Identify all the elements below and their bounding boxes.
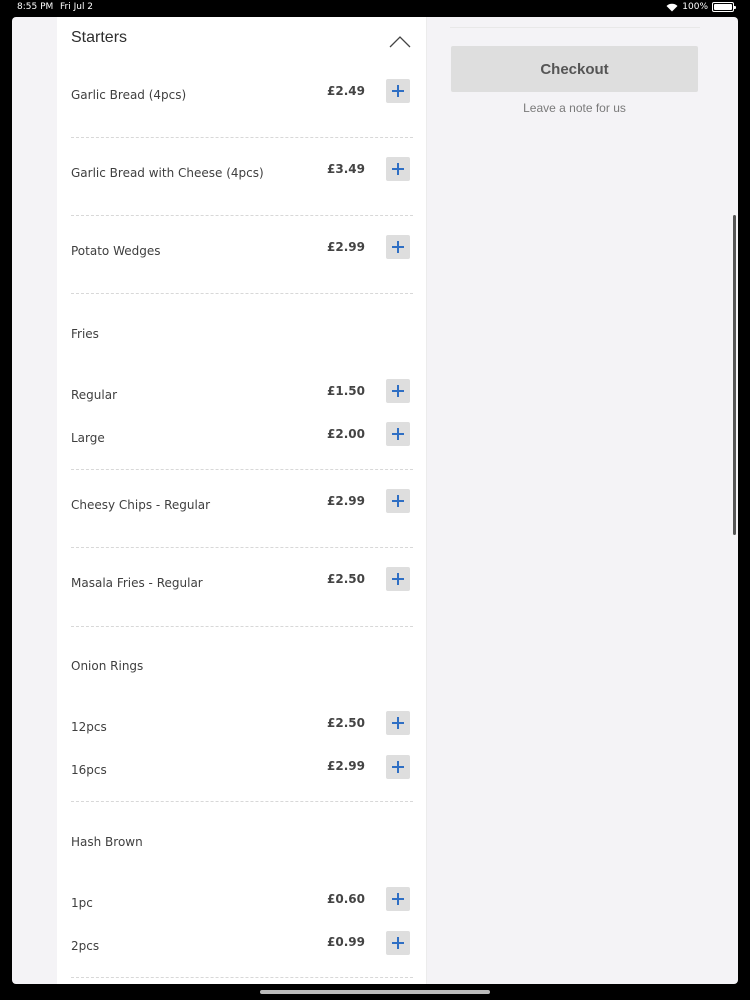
group-label: Onion Rings: [71, 659, 144, 673]
option-name: Regular: [71, 388, 118, 402]
option-price: £2.00: [327, 427, 365, 441]
plus-icon: [392, 163, 404, 175]
divider: [71, 137, 413, 138]
status-bar: 8:55 PM Fri Jul 2 100%: [0, 0, 750, 16]
add-button[interactable]: [386, 379, 410, 403]
menu-item-name: Potato Wedges: [71, 244, 161, 258]
menu-item-price: £2.99: [327, 494, 365, 508]
cart-divider: [450, 27, 700, 28]
section-header-starters[interactable]: Starters: [71, 27, 411, 51]
option-price: £2.99: [327, 759, 365, 773]
divider: [71, 293, 413, 294]
option-name: Large: [71, 431, 105, 445]
add-button[interactable]: [386, 235, 410, 259]
add-button[interactable]: [386, 887, 410, 911]
menu-item-price: £2.50: [327, 572, 365, 586]
leave-note-link[interactable]: Leave a note for us: [451, 101, 698, 115]
add-button[interactable]: [386, 79, 410, 103]
status-date: Fri Jul 2: [60, 2, 94, 12]
menu-item-name: Garlic Bread with Cheese (4pcs): [71, 166, 264, 180]
checkout-button[interactable]: Checkout: [451, 46, 698, 92]
plus-icon: [392, 495, 404, 507]
add-button[interactable]: [386, 931, 410, 955]
option-name: 16pcs: [71, 763, 107, 777]
add-button[interactable]: [386, 157, 410, 181]
menu-panel: Starters Garlic Bread (4pcs) £2.49 Garli…: [57, 17, 427, 984]
home-indicator[interactable]: [260, 990, 490, 994]
menu-item-price: £2.49: [327, 84, 365, 98]
section-title: Starters: [71, 29, 128, 46]
battery-icon: [712, 2, 736, 12]
option-name: 1pc: [71, 896, 93, 910]
option-price: £0.60: [327, 892, 365, 906]
wifi-icon: [666, 3, 678, 12]
scrollbar[interactable]: [733, 215, 736, 535]
option-name: 12pcs: [71, 720, 107, 734]
add-button[interactable]: [386, 711, 410, 735]
option-price: £1.50: [327, 384, 365, 398]
add-button[interactable]: [386, 422, 410, 446]
option-price: £0.99: [327, 935, 365, 949]
group-label: Fries: [71, 327, 99, 341]
divider: [71, 469, 413, 470]
status-right: 100%: [666, 2, 736, 12]
menu-item-name: Cheesy Chips - Regular: [71, 498, 211, 512]
option-name: 2pcs: [71, 939, 100, 953]
add-button[interactable]: [386, 755, 410, 779]
option-price: £2.50: [327, 716, 365, 730]
divider: [71, 801, 413, 802]
app-screen: Starters Garlic Bread (4pcs) £2.49 Garli…: [12, 17, 738, 984]
chevron-up-icon[interactable]: [389, 33, 411, 52]
plus-icon: [392, 717, 404, 729]
menu-item-name: Masala Fries - Regular: [71, 576, 203, 590]
plus-icon: [392, 937, 404, 949]
divider: [71, 547, 413, 548]
plus-icon: [392, 893, 404, 905]
plus-icon: [392, 85, 404, 97]
menu-item-name: Garlic Bread (4pcs): [71, 88, 187, 102]
divider: [71, 977, 413, 978]
menu-item-price: £3.49: [327, 162, 365, 176]
plus-icon: [392, 428, 404, 440]
plus-icon: [392, 385, 404, 397]
status-time: 8:55 PM: [17, 2, 54, 12]
divider: [71, 215, 413, 216]
add-button[interactable]: [386, 567, 410, 591]
group-label: Hash Brown: [71, 835, 143, 849]
divider: [71, 626, 413, 627]
plus-icon: [392, 241, 404, 253]
plus-icon: [392, 573, 404, 585]
plus-icon: [392, 761, 404, 773]
battery-percent: 100%: [682, 2, 708, 12]
menu-item-price: £2.99: [327, 240, 365, 254]
add-button[interactable]: [386, 489, 410, 513]
